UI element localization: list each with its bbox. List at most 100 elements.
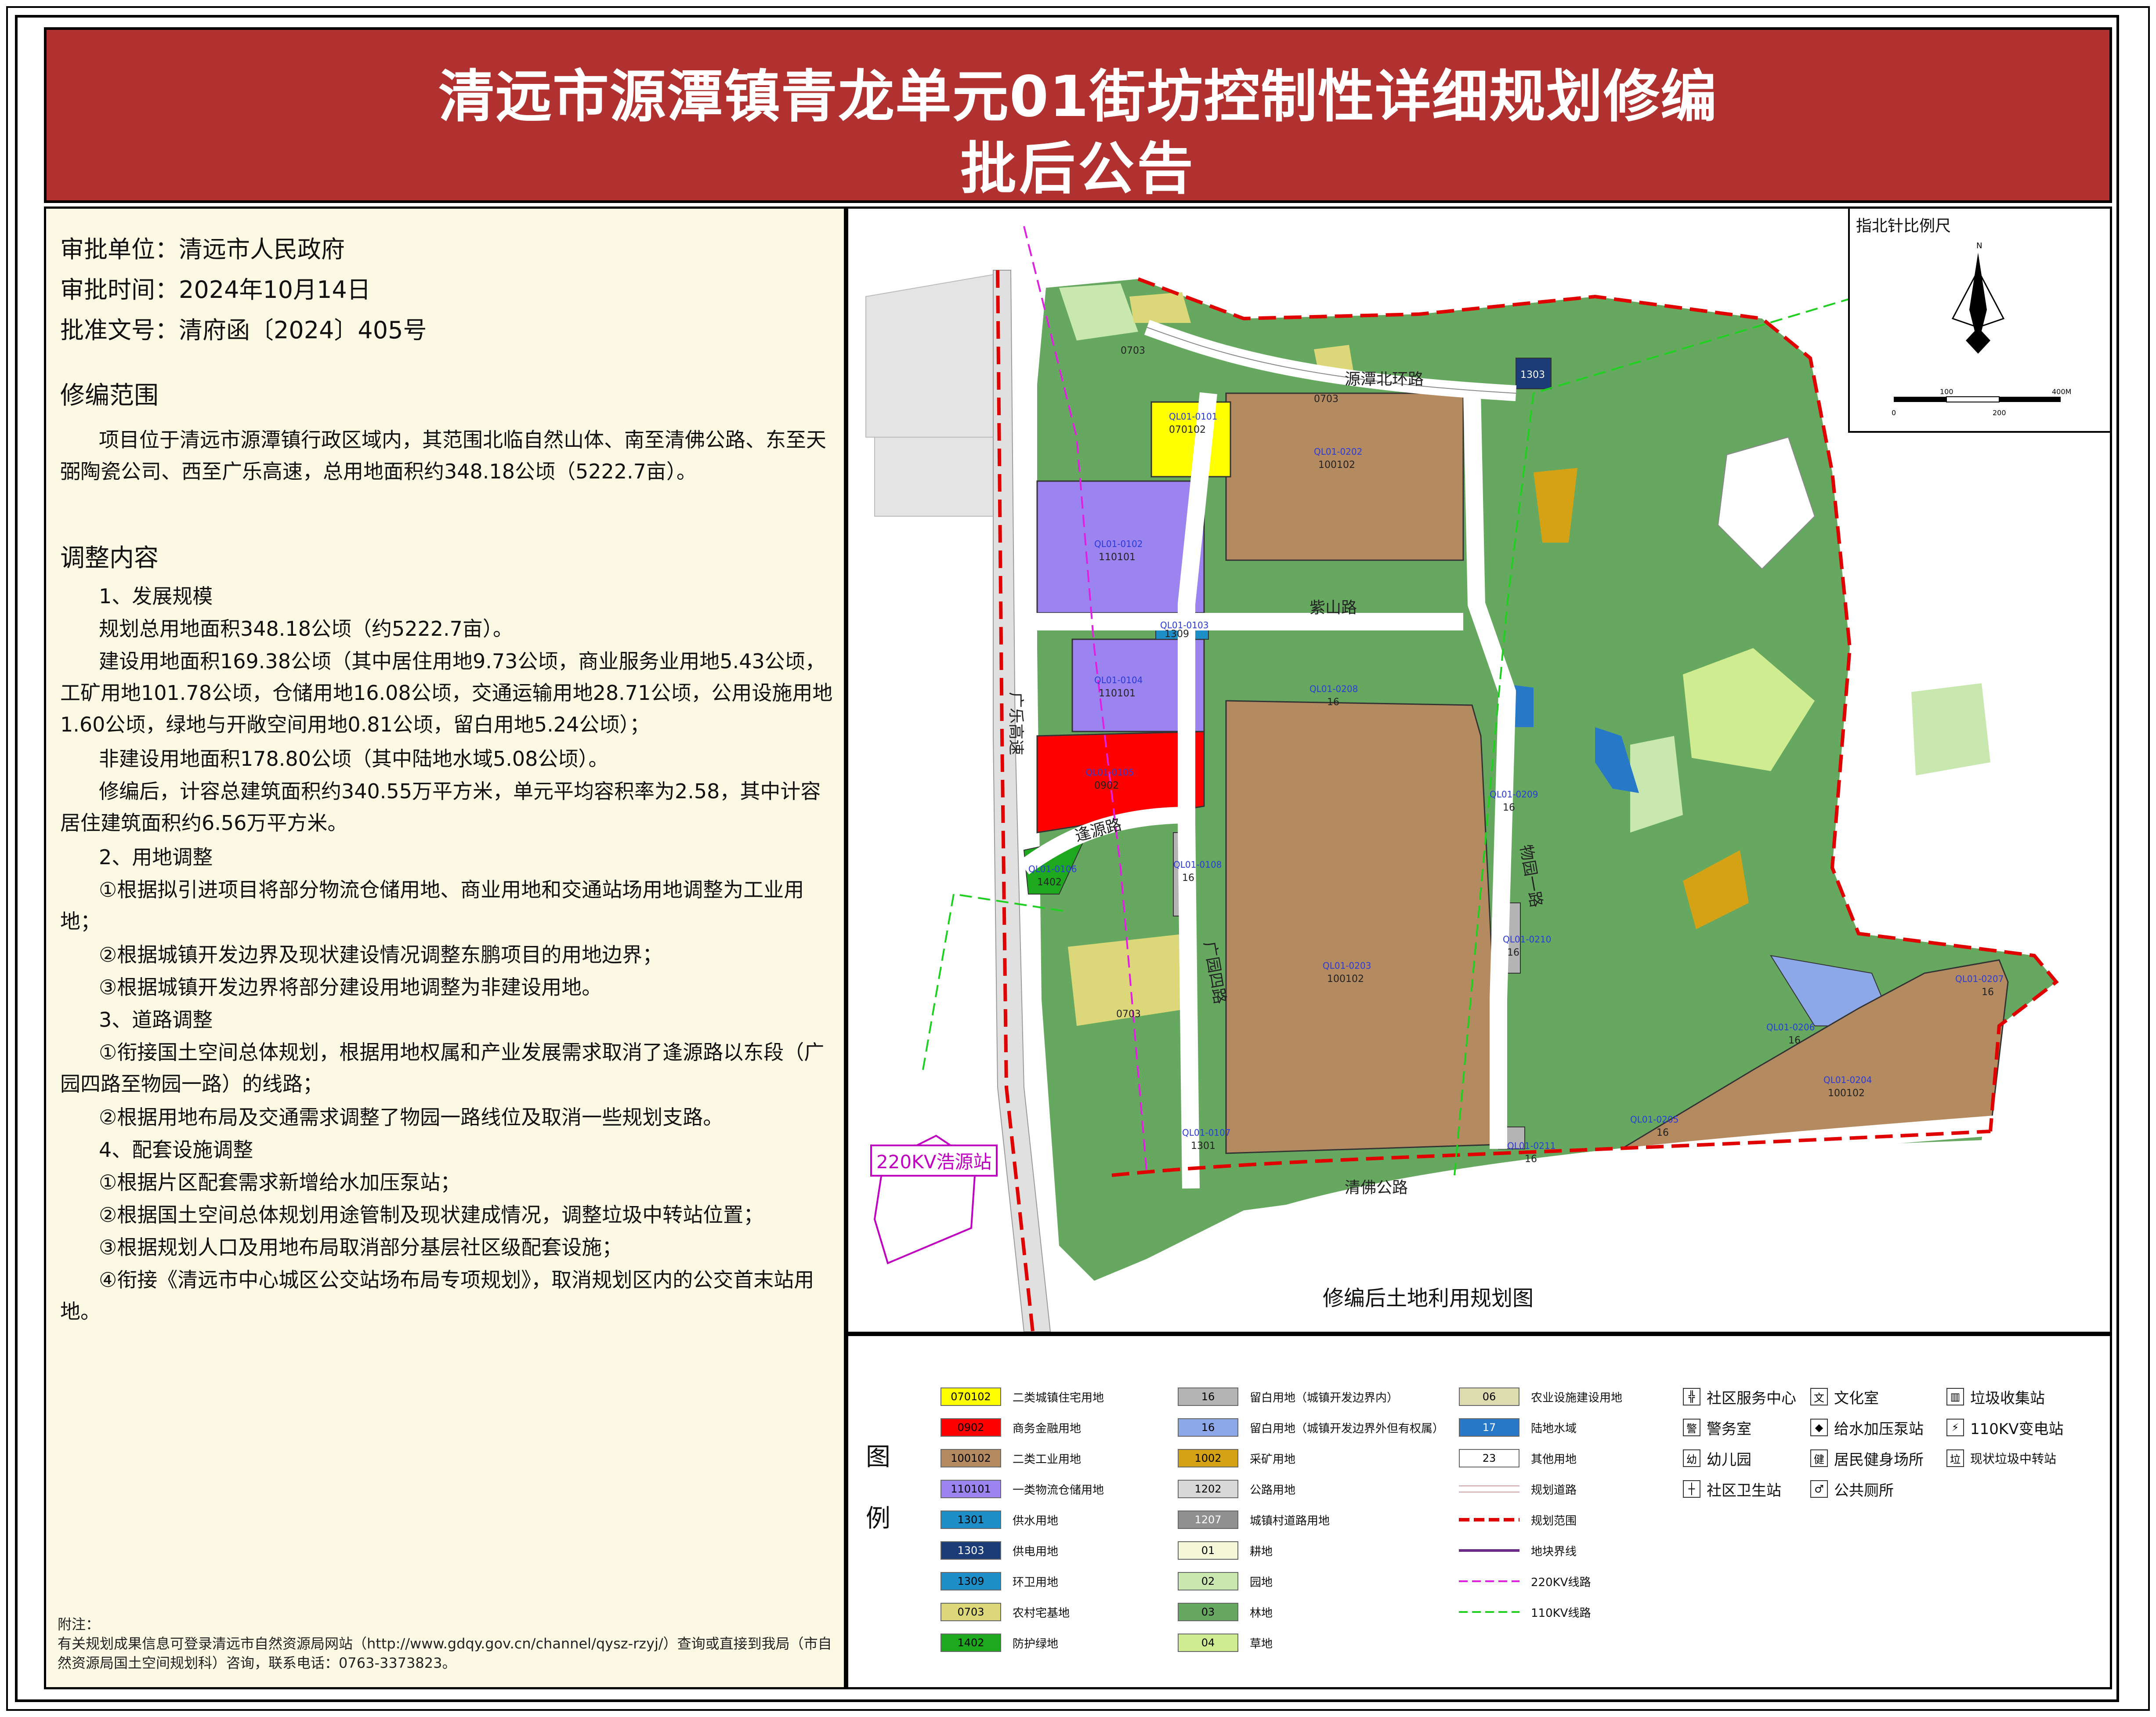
legend-swatch: 1202 bbox=[1178, 1480, 1238, 1498]
legend-panel: 图 例 070102 二类城镇住宅用地 0902 商务金融用地 100102 二类工业… bbox=[846, 1334, 2112, 1689]
legend-line-boundary bbox=[1459, 1518, 1519, 1521]
scale-bar-segment bbox=[1894, 397, 1946, 402]
legend-item: 1202 公路用地 bbox=[1178, 1477, 1295, 1501]
legend-item: 文文化室 bbox=[1810, 1384, 1879, 1409]
legend-swatch: 0703 bbox=[941, 1603, 1001, 1621]
legend-line-110kv bbox=[1459, 1611, 1519, 1613]
section-facilities: 4、配套设施调整 bbox=[99, 1138, 253, 1162]
legend-item: 110KV线路 bbox=[1459, 1600, 1591, 1624]
community-center-icon: ╬ bbox=[1683, 1388, 1700, 1405]
legend-label: 二类城镇住宅用地 bbox=[1013, 1391, 1104, 1405]
scope-heading: 修编范围 bbox=[60, 381, 159, 410]
legend-line-parcel bbox=[1459, 1549, 1519, 1552]
parcel-code: 16 bbox=[1507, 947, 1519, 958]
legend-item: 070102 二类城镇住宅用地 bbox=[941, 1384, 1104, 1409]
legend-item: 110101 一类物流仓储用地 bbox=[941, 1477, 1104, 1501]
parcel-code: 110101 bbox=[1099, 688, 1136, 699]
legend-title-bottom: 例 bbox=[866, 1504, 890, 1533]
legend-line-220kv bbox=[1459, 1580, 1519, 1582]
legend-label: 草地 bbox=[1250, 1637, 1273, 1651]
footnote-label: 附注： bbox=[58, 1616, 100, 1633]
legend-label: 留白用地（城镇开发边界外但有权属） bbox=[1250, 1422, 1444, 1435]
map-caption: 修编后土地利用规划图 bbox=[1323, 1286, 1534, 1311]
parcel-code: 1309 bbox=[1165, 629, 1189, 640]
legend-item: 1301 供水用地 bbox=[941, 1507, 1058, 1532]
parcel-code: 16 bbox=[1503, 802, 1515, 813]
homestead-label: 0703 bbox=[1314, 394, 1338, 405]
legend-label: 环卫用地 bbox=[1013, 1576, 1059, 1589]
legend-label: 幼儿园 bbox=[1707, 1451, 1751, 1469]
compass-graphic: N 0 100 200 400M bbox=[1892, 241, 2071, 417]
parcel-code: 16 bbox=[1657, 1127, 1669, 1138]
legend-swatch: 16 bbox=[1178, 1418, 1238, 1437]
legend-item: 1207 城镇村道路用地 bbox=[1178, 1507, 1330, 1532]
legend-swatch: 01 bbox=[1178, 1541, 1238, 1560]
garbage-station-icon: ▥ bbox=[1946, 1388, 1964, 1405]
legend-label: 公共厕所 bbox=[1834, 1482, 1894, 1500]
legend-item: 100102 二类工业用地 bbox=[941, 1446, 1081, 1471]
parcel-code: 1402 bbox=[1037, 877, 1062, 888]
approval-time: 审批时间：2024年10月14日 bbox=[60, 276, 371, 304]
parcel-code: 100102 bbox=[1318, 460, 1355, 471]
offsite-lot bbox=[865, 274, 994, 438]
legend-swatch: 1303 bbox=[941, 1541, 1001, 1560]
label-guangle: 广乐高速 bbox=[1007, 692, 1025, 755]
legend-item: 0902 商务金融用地 bbox=[941, 1415, 1081, 1440]
legend-label: 规划范围 bbox=[1531, 1514, 1577, 1528]
legend-item: 规划道路 bbox=[1459, 1477, 1577, 1501]
parcel-code: 16 bbox=[1982, 987, 1994, 998]
legend-item: 01 耕地 bbox=[1178, 1538, 1273, 1563]
legend-item: 04 草地 bbox=[1178, 1630, 1273, 1655]
parcel-code: 100102 bbox=[1327, 974, 1364, 985]
para-non-construction: 非建设用地面积178.80公顷（其中陆地水域5.08公顷）。 bbox=[99, 747, 609, 771]
title-main: 清远市源潭镇青龙单元01街坊控制性详细规划修编 bbox=[438, 64, 1718, 130]
legend-label: 供电用地 bbox=[1013, 1545, 1059, 1558]
parcel-id: QL01-0107 bbox=[1182, 1127, 1230, 1138]
legend-item: 规划范围 bbox=[1459, 1507, 1577, 1532]
legend-label: 园地 bbox=[1250, 1576, 1273, 1589]
section-scale: 1、发展规模 bbox=[99, 584, 213, 608]
substation-icon: ⚡ bbox=[1946, 1419, 1964, 1436]
legend-item: ♂ 公共厕所 bbox=[1810, 1477, 1894, 1501]
section-roads: 3、道路调整 bbox=[99, 1008, 213, 1032]
homestead-0703 bbox=[1129, 292, 1191, 323]
parcel-id: QL01-0101 bbox=[1169, 411, 1217, 422]
legend-label: 陆地水域 bbox=[1531, 1422, 1577, 1435]
land-adjust-3: ③根据城镇开发边界将部分建设用地调整为非建设用地。 bbox=[99, 975, 602, 999]
facility-adjust-1: ①根据片区配套需求新增给水加压泵站； bbox=[99, 1170, 461, 1194]
legend-item: 地块界线 bbox=[1459, 1538, 1577, 1563]
parcel-id: QL01-0210 bbox=[1503, 934, 1551, 945]
para-floor-area: 修编后，计容总建筑面积约340.55万平方米，单元平均容积率为2.58，其中计容… bbox=[60, 779, 821, 835]
police-icon: 警 bbox=[1683, 1419, 1700, 1436]
facility-adjust-3: ③根据规划人口及用地布局取消部分基层社区级配套设施； bbox=[99, 1235, 622, 1259]
parcel-id: QL01-0205 bbox=[1630, 1114, 1678, 1125]
approval-doc: 批准文号：清府函〔2024〕405号 bbox=[60, 316, 427, 344]
culture-room-icon: 文 bbox=[1810, 1388, 1828, 1405]
parcel-code: 100102 bbox=[1828, 1088, 1865, 1099]
legend-item: 16 留白用地（城镇开发边界内） bbox=[1178, 1384, 1398, 1409]
legend-swatch: 23 bbox=[1459, 1449, 1519, 1467]
legend-label: 一类物流仓储用地 bbox=[1013, 1483, 1104, 1497]
label-north-ring: 源潭北环路 bbox=[1345, 370, 1424, 388]
title-banner: 清远市源潭镇青龙单元01街坊控制性详细规划修编 批后公告 bbox=[44, 27, 2112, 203]
legend-line-planned-road bbox=[1459, 1485, 1519, 1492]
legend-swatch: 1301 bbox=[941, 1511, 1001, 1529]
road-adjust-2: ②根据用地布局及交通需求调整了物园一路线位及取消一些规划支路。 bbox=[99, 1105, 723, 1129]
parcel-id: QL01-0108 bbox=[1173, 859, 1222, 870]
legend-swatch: 17 bbox=[1459, 1418, 1519, 1437]
legend-swatch: 1002 bbox=[1178, 1449, 1238, 1467]
notice-text-panel: 审批单位：清远市人民政府 审批时间：2024年10月14日 批准文号：清府函〔2… bbox=[44, 206, 846, 1689]
parcel-id: QL01-0204 bbox=[1823, 1075, 1872, 1085]
parcel-code: 110101 bbox=[1099, 552, 1136, 563]
legend-label: 二类工业用地 bbox=[1013, 1453, 1082, 1466]
para-construction-area: 建设用地面积169.38公顷（其中居住用地9.73公顷，商业服务业用地5.43公… bbox=[60, 649, 833, 736]
legend-label: 商务金融用地 bbox=[1013, 1422, 1082, 1435]
parcel-code: 16 bbox=[1788, 1035, 1801, 1046]
legend-label: 110KV线路 bbox=[1531, 1606, 1591, 1620]
legend-label: 警务室 bbox=[1707, 1420, 1751, 1438]
land-adjust-2: ②根据城镇开发边界及现状建设情况调整东鹏项目的用地边界； bbox=[99, 943, 663, 967]
scope-text: 项目位于清远市源潭镇行政区域内，其范围北临自然山体、南至清佛公路、东至天弼陶瓷公… bbox=[60, 428, 826, 483]
parcel-QL01-0202 bbox=[1225, 392, 1464, 561]
parcel-id: QL01-0207 bbox=[1955, 974, 2004, 984]
legend-label: 110KV变电站 bbox=[1970, 1420, 2064, 1438]
